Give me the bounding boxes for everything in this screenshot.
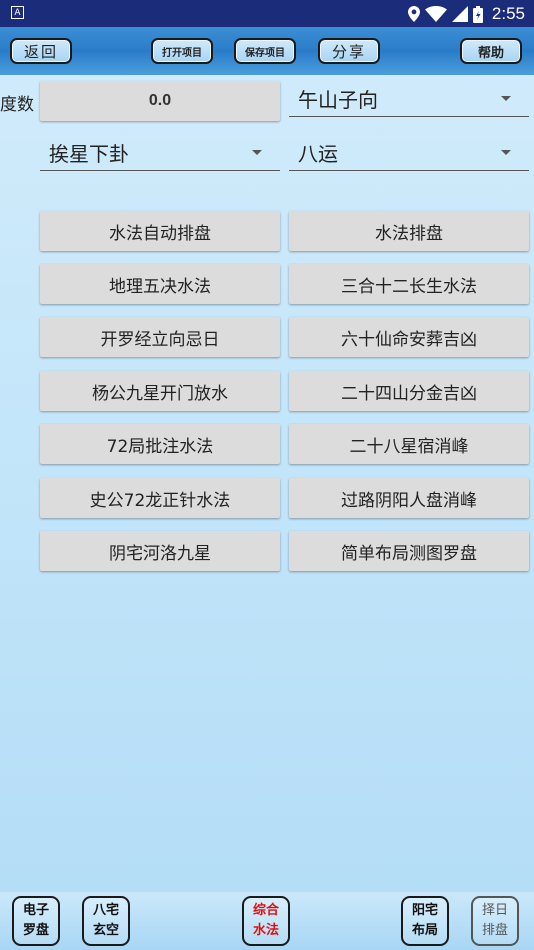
open-project-button[interactable]: 打开项目 (151, 38, 213, 64)
twentyfour-mountain-button[interactable]: 二十四山分金吉凶 (289, 371, 529, 411)
degree-input[interactable]: 0.0 (40, 81, 280, 121)
geo-five-water-button[interactable]: 地理五决水法 (40, 264, 280, 304)
shigong-dragon-water-button[interactable]: 史公72龙正针水法 (40, 478, 280, 518)
degree-label: 度数 (0, 95, 34, 115)
toolbar: 返回 打开项目 保存项目 分享 帮助 (0, 27, 534, 75)
water-auto-chart-button[interactable]: 水法自动排盘 (40, 211, 280, 251)
bottom-nav: 电子 罗盘 八宅 玄空 综合 水法 阳宅 布局 择日 排盘 (0, 892, 534, 950)
yin-house-hetu-button[interactable]: 阴宅河洛九星 (40, 531, 280, 571)
sixty-fate-burial-button[interactable]: 六十仙命安葬吉凶 (289, 317, 529, 357)
sanhe-twelve-water-button[interactable]: 三合十二长生水法 (289, 264, 529, 304)
water-chart-button[interactable]: 水法排盘 (289, 211, 529, 251)
nav-label-line1: 综合 (252, 903, 279, 918)
simple-layout-compass-button[interactable]: 简单布局测图罗盘 (289, 531, 529, 571)
dropdown-arrow-icon (252, 150, 262, 155)
status-bar: A 2:55 (0, 0, 534, 27)
nav-label-line1: 电子 (22, 903, 49, 918)
yanggong-nine-star-button[interactable]: 杨公九星开门放水 (40, 371, 280, 411)
nav-label-line1: 阳宅 (411, 903, 438, 918)
compass-taboo-day-button[interactable]: 开罗经立向忌日 (40, 317, 280, 357)
nav-water[interactable]: 综合 水法 (242, 896, 290, 946)
dropdown-arrow-icon (501, 96, 511, 101)
nav-label-line2: 布局 (411, 923, 438, 938)
help-button[interactable]: 帮助 (460, 38, 522, 64)
save-project-button[interactable]: 保存项目 (234, 38, 296, 64)
direction-select-value: 午山子向 (298, 88, 378, 112)
nav-bazhai[interactable]: 八宅 玄空 (82, 896, 130, 946)
nav-label-line2: 玄空 (92, 923, 119, 938)
back-button[interactable]: 返回 (10, 38, 72, 64)
trigram-select-value: 挨星下卦 (49, 142, 129, 166)
wifi-icon (424, 6, 447, 22)
share-button[interactable]: 分享 (318, 38, 380, 64)
nav-date-selection[interactable]: 择日 排盘 (471, 896, 519, 946)
nav-label-line2: 罗盘 (22, 923, 49, 938)
signal-icon (451, 6, 468, 22)
period-select-value: 八运 (298, 142, 338, 166)
trigram-select[interactable]: 挨星下卦 (40, 135, 280, 171)
nav-label-line1: 八宅 (92, 903, 119, 918)
passing-yinyang-button[interactable]: 过路阴阳人盘消峰 (289, 478, 529, 518)
nav-label-line2: 水法 (252, 923, 279, 938)
dropdown-arrow-icon (501, 150, 511, 155)
period-select[interactable]: 八运 (289, 135, 529, 171)
nav-label-line2: 排盘 (481, 923, 508, 938)
location-icon (407, 6, 420, 22)
nav-yangzhai[interactable]: 阳宅 布局 (401, 896, 449, 946)
status-icons: 2:55 (407, 4, 525, 24)
status-time: 2:55 (491, 4, 525, 23)
app-notification-icon: A (11, 6, 24, 19)
nav-label-line1: 择日 (481, 903, 508, 918)
twentyeight-mansions-button[interactable]: 二十八星宿消峰 (289, 424, 529, 464)
seventytwo-annotation-button[interactable]: 72局批注水法 (40, 424, 280, 464)
battery-icon (472, 5, 483, 23)
nav-compass[interactable]: 电子 罗盘 (12, 896, 60, 946)
direction-select[interactable]: 午山子向 (289, 81, 529, 117)
